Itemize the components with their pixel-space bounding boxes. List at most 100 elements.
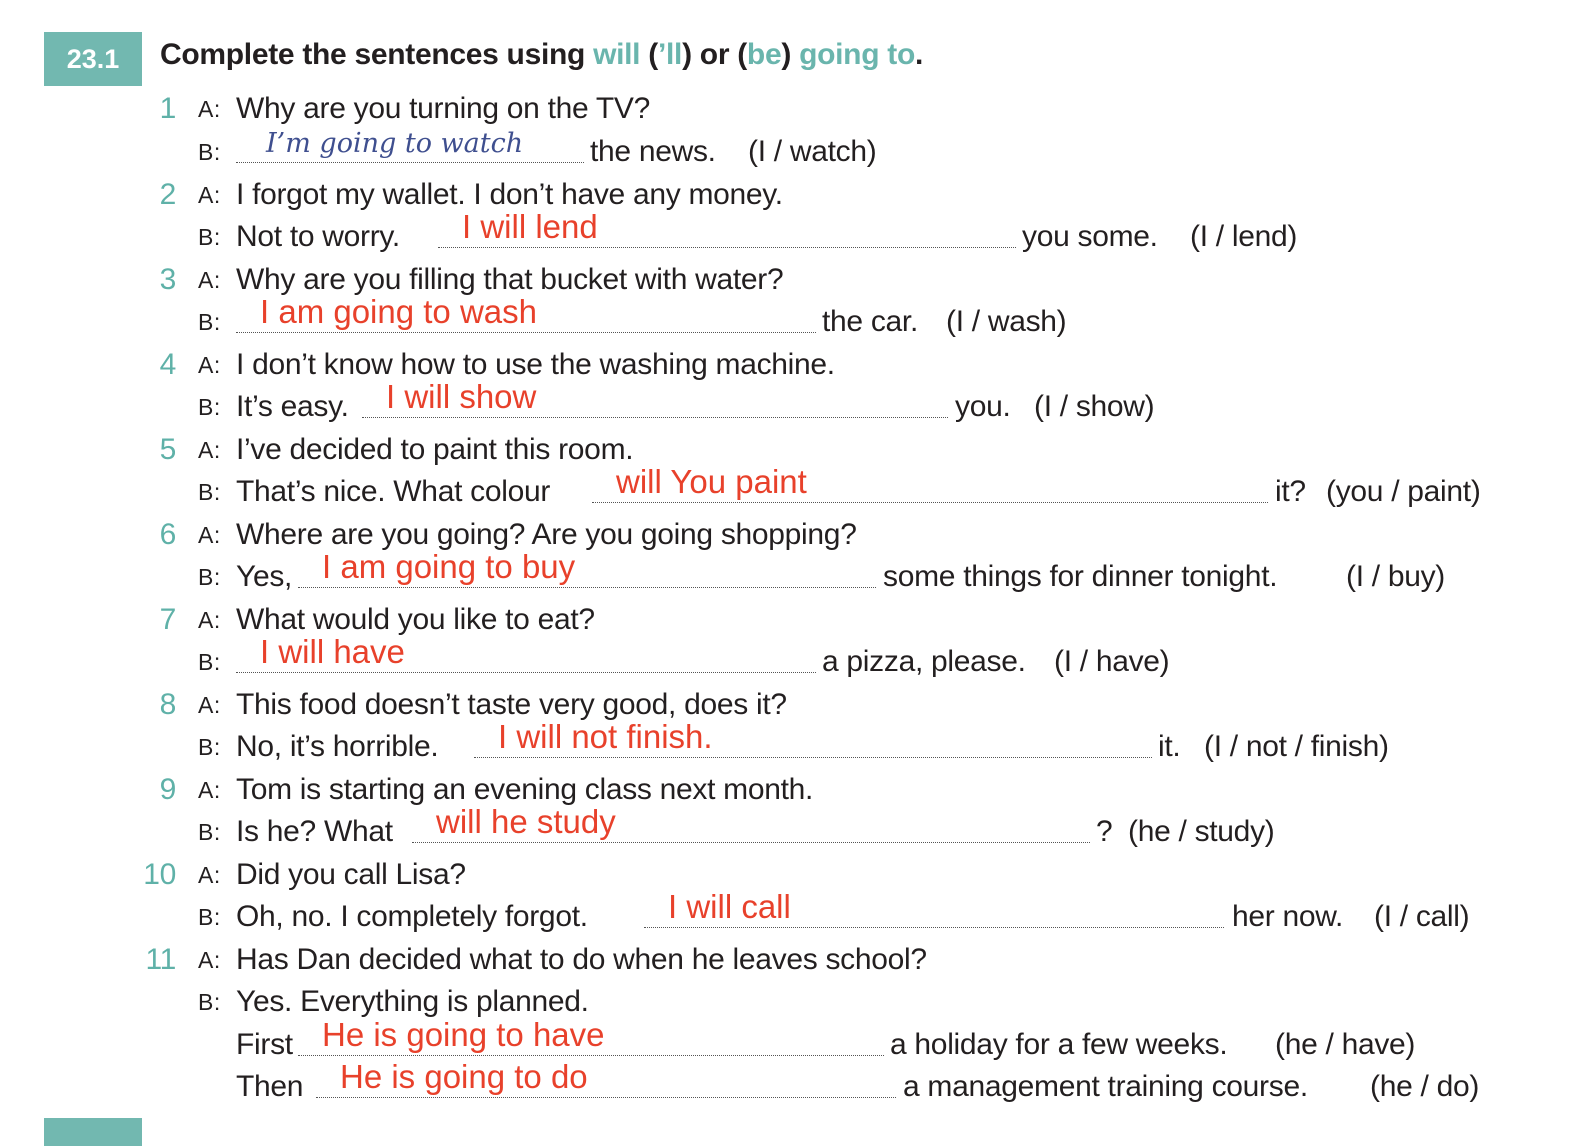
dialogue-line-a: 8 A: This food doesn’t taste very good, do… xyxy=(0,684,1596,726)
speaker-label: A: xyxy=(198,352,221,378)
verb-hint: (you / paint) xyxy=(1326,475,1481,508)
speaker-label: A: xyxy=(198,777,221,803)
item-number: 7 xyxy=(159,603,177,636)
verb-hint: (I / wash) xyxy=(946,305,1067,338)
sentence-end: you. xyxy=(955,390,1011,423)
answer-blank: I am going to wash xyxy=(236,293,816,343)
dialogue-line-a: 6 A: Where are you going? Are you going sh… xyxy=(0,514,1596,556)
item-number: 8 xyxy=(159,688,177,721)
answer-blank: I will lend xyxy=(438,208,1016,258)
speaker-label: A: xyxy=(198,607,221,633)
answer-text: I’m going to watch xyxy=(266,128,524,159)
answer-text: I will call xyxy=(668,888,791,925)
dialogue-line-a: 11 A: Has Dan decided what to do when he l… xyxy=(0,939,1596,981)
dialogue-line-b: B: Yes, I am going to buy some things for d… xyxy=(0,548,1596,598)
dialogue-line-a: 3 A: Why are you filling that bucket with … xyxy=(0,259,1596,301)
dialogue-text: I’ve decided to paint this room. xyxy=(236,433,634,466)
speaker-label: B: xyxy=(198,309,221,335)
sentence-end: a management training course. xyxy=(903,1070,1308,1103)
answer-text: I will show xyxy=(386,378,537,415)
item-number: 2 xyxy=(159,178,177,211)
item-number: 11 xyxy=(145,943,176,976)
answer-blank: He is going to do xyxy=(316,1058,896,1108)
verb-hint: (I / not / finish) xyxy=(1204,730,1389,763)
speaker-label: B: xyxy=(198,224,221,250)
answer-blank: will You paint xyxy=(592,463,1268,513)
speaker-label: B: xyxy=(198,734,221,760)
speaker-label: B: xyxy=(198,904,221,930)
speaker-label: A: xyxy=(198,267,221,293)
item-number: 9 xyxy=(159,773,177,806)
dialogue-line-b: B: Not to worry. I will lend you some. (I / … xyxy=(0,208,1596,258)
speaker-label: B: xyxy=(198,139,221,165)
dialogue-line-a: 9 A: Tom is starting an evening class next… xyxy=(0,769,1596,811)
answer-blank: I will have xyxy=(236,633,816,683)
exercise-instruction: Complete the sentences using will (’ll) … xyxy=(160,38,924,71)
dialogue-text: Did you call Lisa? xyxy=(236,858,466,891)
item-number: 5 xyxy=(159,433,177,466)
speaker-label: B: xyxy=(198,989,221,1015)
answer-blank: I will not finish. xyxy=(474,718,1152,768)
speaker-label: A: xyxy=(198,862,221,888)
verb-hint: (he / have) xyxy=(1275,1028,1416,1061)
next-exercise-badge xyxy=(44,1118,142,1146)
dialogue-line-b: B: Is he? What will he study? (he / study) xyxy=(0,803,1596,853)
sentence-end: a pizza, please. xyxy=(822,645,1026,678)
answer-blank: I will show xyxy=(362,378,948,428)
item-number: 4 xyxy=(159,348,177,381)
sentence-end: it. xyxy=(1158,730,1181,763)
item-number: 10 xyxy=(143,858,176,891)
item-number: 6 xyxy=(159,518,177,551)
speaker-label: A: xyxy=(198,947,221,973)
verb-hint: (I / have) xyxy=(1054,645,1170,678)
sentence-end: the car. xyxy=(822,305,918,338)
sentence-start: Oh, no. I completely forgot. xyxy=(236,900,588,933)
speaker-label: B: xyxy=(198,479,221,505)
answer-text: I am going to buy xyxy=(322,548,576,585)
verb-hint: (he / study) xyxy=(1128,815,1275,848)
verb-hint: (I / lend) xyxy=(1190,220,1298,253)
answer-text: I am going to wash xyxy=(260,293,537,330)
verb-hint: (I / buy) xyxy=(1346,560,1445,593)
speaker-label: A: xyxy=(198,692,221,718)
sentence-end: ? xyxy=(1096,815,1113,848)
dialogue-line-a: 10 A: Did you call Lisa? xyxy=(0,854,1596,896)
sentence-end: it? xyxy=(1275,475,1306,508)
verb-hint: (I / call) xyxy=(1374,900,1470,933)
dialogue-line-b: B: I’m going to watch the news. (I / watch) xyxy=(0,128,1596,173)
sentence-start: Then xyxy=(236,1070,304,1103)
item-number: 1 xyxy=(159,92,177,125)
dialogue-line-a: 1 A: Why are you turning on the TV? xyxy=(0,88,1596,130)
dialogue-line-b: B: Oh, no. I completely forgot. I will cal… xyxy=(0,888,1596,938)
dialogue-line-b: B: That’s nice. What colour will You paint… xyxy=(0,463,1596,513)
answer-text: will You paint xyxy=(616,463,807,500)
sentence-start: Is he? What xyxy=(236,815,393,848)
sentence-end: the news. xyxy=(590,135,716,168)
speaker-label: B: xyxy=(198,649,221,675)
verb-hint: (I / watch) xyxy=(748,135,877,168)
sentence-end: a holiday for a few weeks. xyxy=(890,1028,1228,1061)
dialogue-line-b: B: I will have a pizza, please. (I / have) xyxy=(0,633,1596,683)
sentence-start: It’s easy. xyxy=(236,390,349,423)
answer-text: I will not finish. xyxy=(498,718,713,755)
speaker-label: A: xyxy=(198,182,221,208)
answer-blank: will he study xyxy=(412,803,1090,853)
answer-text: will he study xyxy=(436,803,616,840)
answer-blank: I am going to buy xyxy=(298,548,876,598)
sentence-start: No, it’s horrible. xyxy=(236,730,439,763)
dialogue-line-a: 2 A: I forgot my wallet. I don’t have any … xyxy=(0,174,1596,216)
answer-text: I will lend xyxy=(462,208,598,245)
answer-blank: I’m going to watch xyxy=(236,128,584,173)
dialogue-line-a: 4 A: I don’t know how to use the washing m… xyxy=(0,344,1596,386)
sentence-start: Yes, xyxy=(236,560,293,593)
sentence-end: her now. xyxy=(1232,900,1344,933)
sentence-end: some things for dinner tonight. xyxy=(883,560,1278,593)
sentence-start: Not to worry. xyxy=(236,220,400,253)
speaker-label: A: xyxy=(198,437,221,463)
verb-hint: (he / do) xyxy=(1370,1070,1480,1103)
dialogue-line-continued: Then He is going to do a management traini… xyxy=(0,1058,1596,1108)
speaker-label: B: xyxy=(198,394,221,420)
speaker-label: B: xyxy=(198,564,221,590)
speaker-label: A: xyxy=(198,522,221,548)
dialogue-text: Has Dan decided what to do when he leave… xyxy=(236,943,927,976)
